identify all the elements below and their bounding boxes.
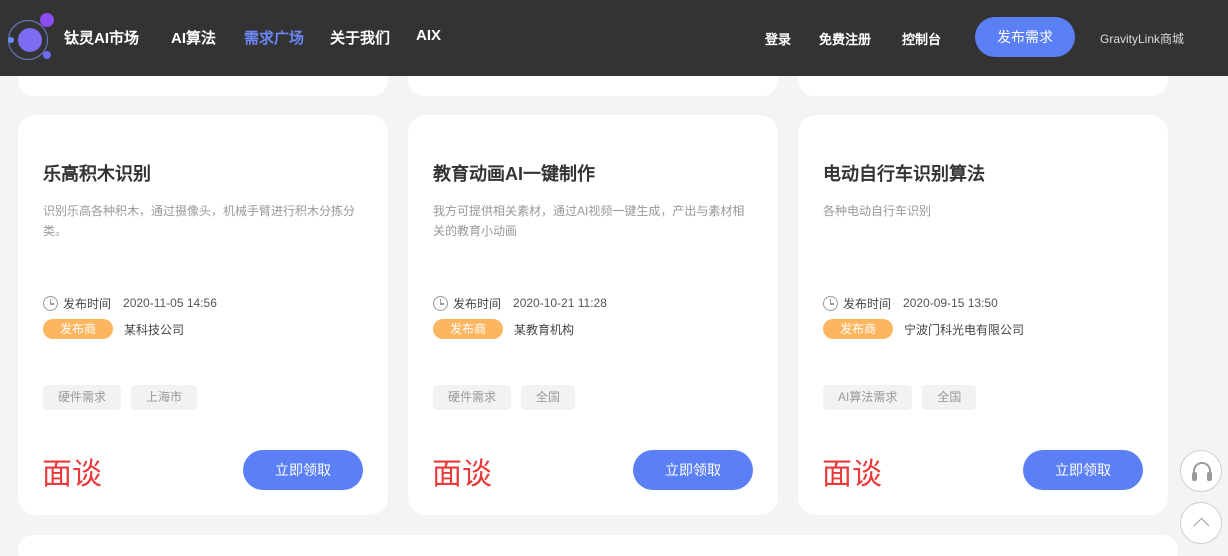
clock-icon <box>823 295 838 311</box>
tag[interactable]: 全国 <box>521 385 576 410</box>
publisher-name: 某科技公司 <box>124 322 185 337</box>
headset-icon <box>1192 472 1197 481</box>
back-to-top-button[interactable] <box>1180 502 1222 544</box>
card-description: 我方可提供相关素材，通过AI视频一键生成，产出与素材相关的教育小动画 <box>433 204 745 238</box>
logo-dot <box>40 13 54 27</box>
nav-demand-square[interactable]: 需求广场 <box>244 27 304 48</box>
publish-time-label: 发布时间 <box>843 296 892 311</box>
headset-icon <box>1207 472 1212 481</box>
login-link[interactable]: 登录 <box>765 29 791 48</box>
claim-button[interactable]: 立即领取 <box>1023 450 1143 490</box>
brand-name[interactable]: 钛灵AI市场 <box>64 27 139 48</box>
nav-about-us[interactable]: 关于我们 <box>330 27 390 48</box>
card-title: 教育动画AI一键制作 <box>433 164 595 184</box>
publish-demand-button[interactable]: 发布需求 <box>975 17 1075 57</box>
publish-time-label: 发布时间 <box>63 296 112 311</box>
tag[interactable]: 硬件需求 <box>433 385 512 410</box>
demand-card[interactable]: 电动自行车识别算法 各种电动自行车识别 发布时间 2020-09-15 13:5… <box>798 115 1168 515</box>
chevron-up-icon <box>1193 517 1210 534</box>
demand-card[interactable]: 乐高积木识别 识别乐高各种积木，通过摄像头，机械手臂进行积木分拣分类。 发布时间… <box>18 115 388 515</box>
publisher-row: 发布商 宁波门科光电有限公司 <box>823 319 1024 339</box>
publish-time-row: 发布时间 2020-09-15 13:50 <box>823 294 998 312</box>
logo-core <box>18 28 42 52</box>
tag[interactable]: 上海市 <box>131 385 198 410</box>
publish-time-value: 2020-11-05 14:56 <box>123 296 217 310</box>
price-text: 面谈 <box>42 458 102 491</box>
clock-icon <box>433 295 448 311</box>
card-partial <box>18 535 1178 556</box>
publish-time-value: 2020-10-21 11:28 <box>513 296 607 310</box>
logo-dot <box>43 51 51 59</box>
publisher-row: 发布商 某科技公司 <box>43 319 184 339</box>
publisher-badge: 发布商 <box>823 319 893 339</box>
tag[interactable]: AI算法需求 <box>823 385 913 410</box>
logo-dot <box>8 37 14 43</box>
card-title: 电动自行车识别算法 <box>823 164 985 184</box>
top-navbar: 钛灵AI市场 AI算法 需求广场 关于我们 AIX 登录 免费注册 控制台 发布… <box>0 0 1228 76</box>
publish-time-value: 2020-09-15 13:50 <box>903 296 998 310</box>
claim-button[interactable]: 立即领取 <box>633 450 753 490</box>
tag-list: 硬件需求 上海市 <box>43 385 207 410</box>
clock-icon <box>43 295 58 311</box>
price-text: 面谈 <box>432 458 492 491</box>
nav-aix[interactable]: AIX <box>416 27 441 44</box>
nav-ai-algorithm[interactable]: AI算法 <box>171 27 216 48</box>
customer-service-button[interactable] <box>1180 450 1222 492</box>
tag[interactable]: 全国 <box>922 385 977 410</box>
publisher-name: 宁波门科光电有限公司 <box>904 322 1025 337</box>
publish-time-label: 发布时间 <box>453 296 502 311</box>
logo[interactable] <box>6 12 56 62</box>
claim-button[interactable]: 立即领取 <box>243 450 363 490</box>
publisher-name: 某教育机构 <box>514 322 575 337</box>
demand-card[interactable]: 教育动画AI一键制作 我方可提供相关素材，通过AI视频一键生成，产出与素材相关的… <box>408 115 778 515</box>
console-link[interactable]: 控制台 <box>902 29 941 48</box>
shop-link[interactable]: GravityLink商城 <box>1100 30 1184 47</box>
card-description: 识别乐高各种积木，通过摄像头，机械手臂进行积木分拣分类。 <box>43 204 356 238</box>
tag-list: AI算法需求 全国 <box>823 385 986 410</box>
publisher-badge: 发布商 <box>43 319 113 339</box>
publisher-badge: 发布商 <box>433 319 503 339</box>
card-title: 乐高积木识别 <box>43 164 151 184</box>
price-text: 面谈 <box>822 458 882 491</box>
publish-time-row: 发布时间 2020-10-21 11:28 <box>433 294 607 312</box>
card-description: 各种电动自行车识别 <box>823 204 932 218</box>
publish-time-row: 发布时间 2020-11-05 14:56 <box>43 294 217 312</box>
register-link[interactable]: 免费注册 <box>819 29 871 48</box>
tag-list: 硬件需求 全国 <box>433 385 585 410</box>
publisher-row: 发布商 某教育机构 <box>433 319 574 339</box>
tag[interactable]: 硬件需求 <box>43 385 122 410</box>
